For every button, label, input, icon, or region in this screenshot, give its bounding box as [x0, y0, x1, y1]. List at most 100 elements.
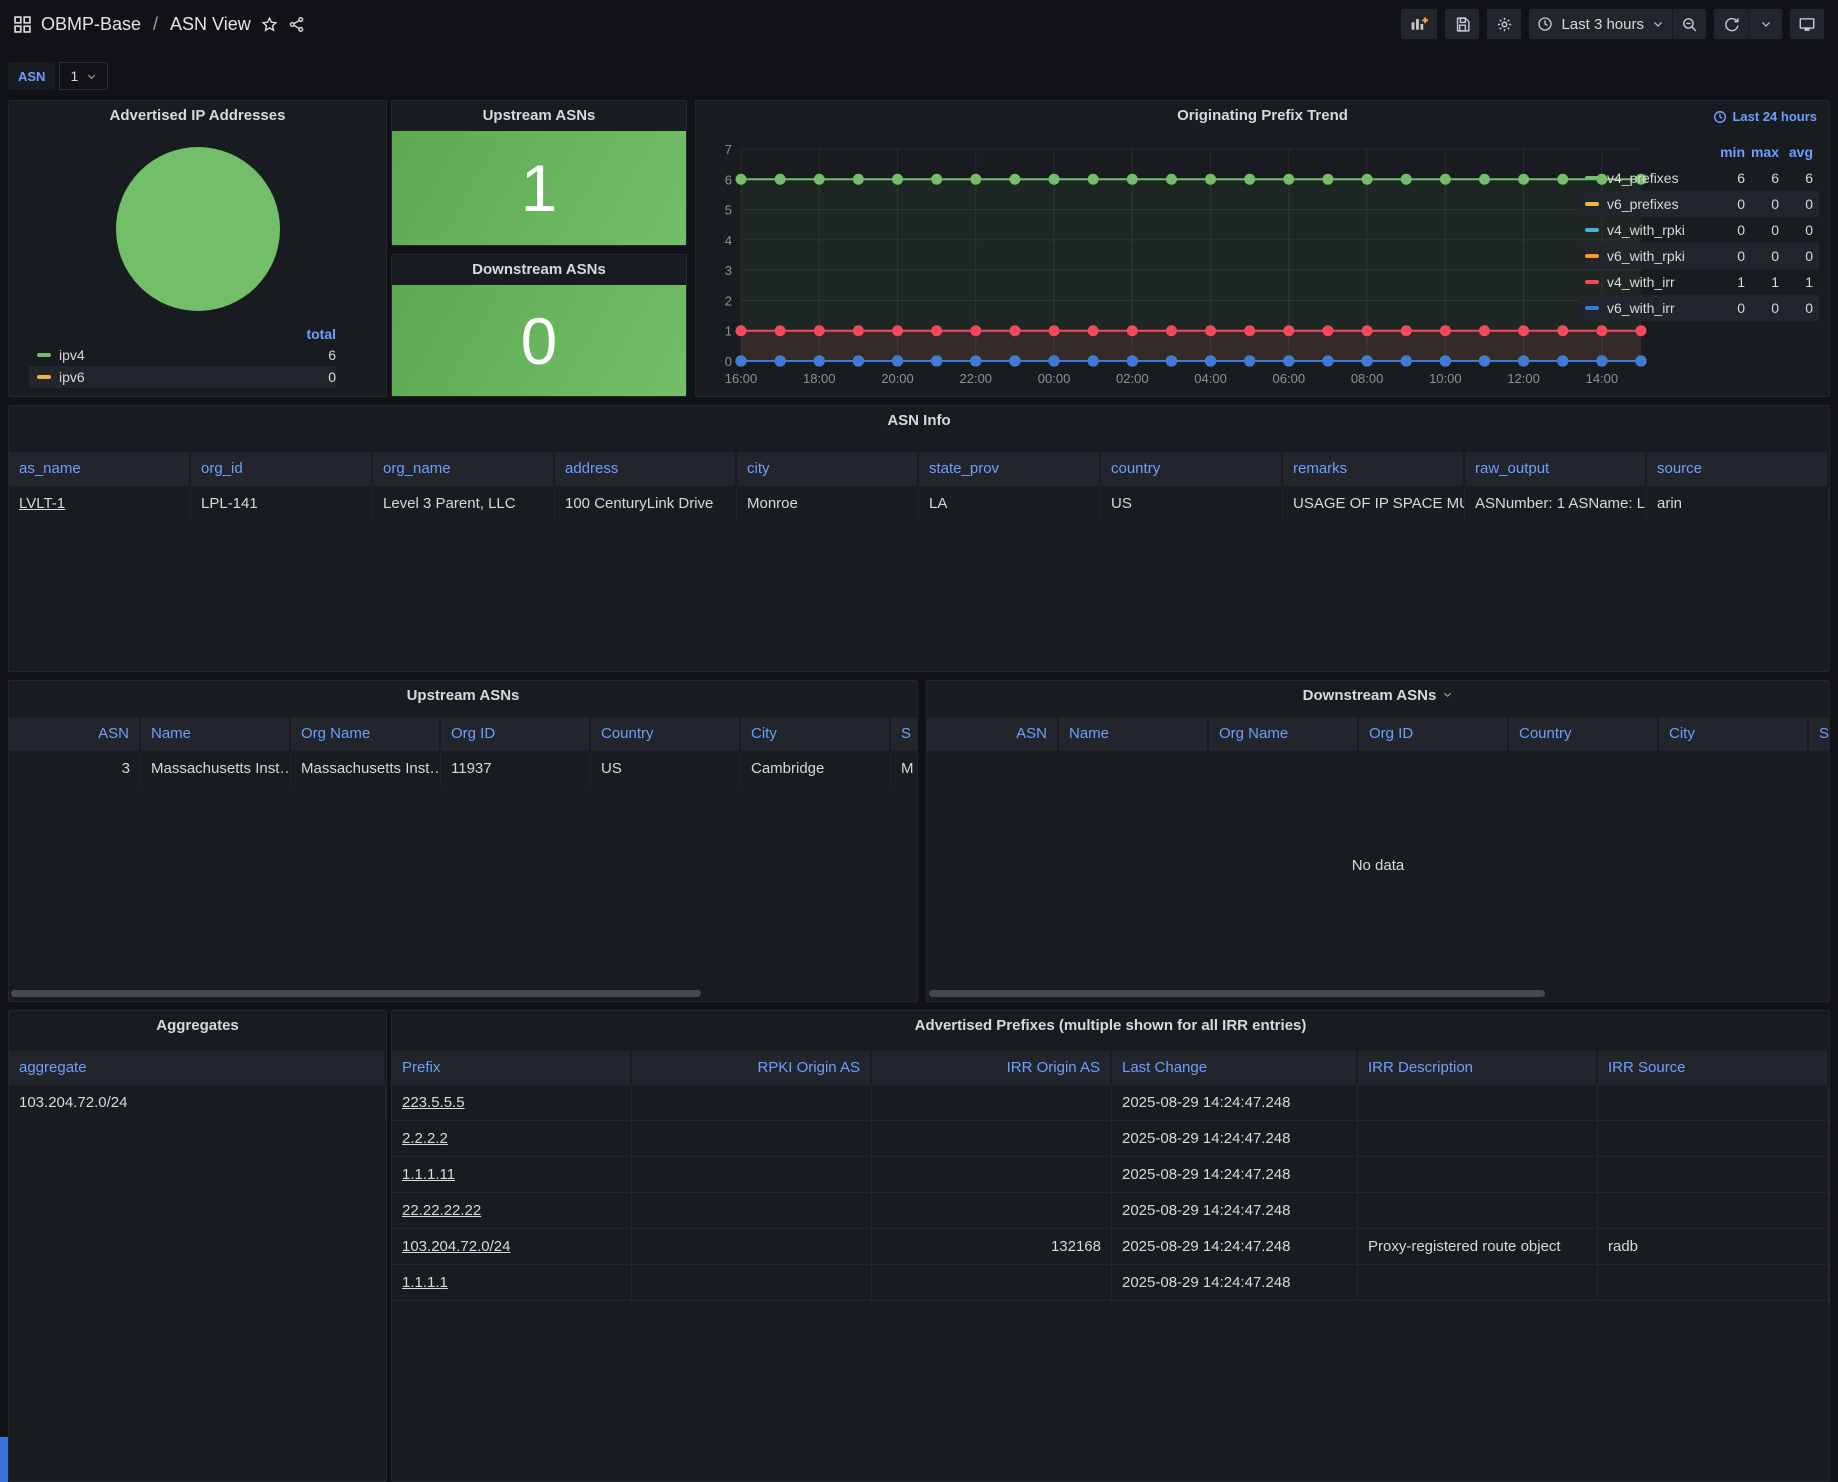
table-cell: LA	[919, 486, 1101, 522]
column-header-org-id[interactable]: org_id	[191, 452, 373, 486]
table-cell[interactable]: 1.1.1.1	[392, 1265, 632, 1300]
legend-stat-header-max[interactable]: max	[1745, 144, 1779, 160]
table-cell: Proxy-registered route object	[1358, 1229, 1598, 1264]
y-axis-tick-label: 1	[725, 324, 732, 339]
horizontal-scrollbar[interactable]	[11, 990, 701, 997]
column-header-irr-description[interactable]: IRR Description	[1358, 1051, 1598, 1085]
panel-title[interactable]: Downstream ASNs	[927, 681, 1829, 711]
column-header-last-change[interactable]: Last Change	[1112, 1051, 1358, 1085]
cell-link[interactable]: 22.22.22.22	[402, 1202, 481, 1219]
column-header-address[interactable]: address	[555, 452, 737, 486]
column-header-city[interactable]: city	[737, 452, 919, 486]
column-header-irr-source[interactable]: IRR Source	[1598, 1051, 1829, 1085]
asn-variable-dropdown[interactable]: 1	[59, 62, 108, 90]
column-header-name[interactable]: Name	[1059, 717, 1209, 751]
table-cell	[632, 1265, 872, 1300]
cell-link[interactable]: LVLT-1	[19, 495, 65, 512]
series-point-v6_with_irr	[970, 356, 981, 367]
cell-link[interactable]: 103.204.72.0/24	[402, 1238, 510, 1255]
table-cell: 2025-08-29 14:24:47.248	[1112, 1121, 1358, 1156]
column-header-country[interactable]: country	[1101, 452, 1283, 486]
legend-item-v6_prefixes[interactable]: v6_prefixes000	[1579, 191, 1819, 217]
cell-link[interactable]: 1.1.1.11	[402, 1166, 455, 1183]
time-shift-link[interactable]: Last 24 hours	[1713, 109, 1817, 124]
column-header-org-name[interactable]: Org Name	[291, 717, 441, 751]
refresh-button[interactable]	[1714, 9, 1748, 39]
column-header-name[interactable]: Name	[141, 717, 291, 751]
cell-link[interactable]: 2.2.2.2	[402, 1130, 448, 1147]
legend-stat-value: 0	[1779, 222, 1813, 238]
legend-label: v6_prefixes	[1607, 196, 1711, 212]
column-header-s[interactable]: S	[891, 717, 917, 751]
zoom-out-time-button[interactable]	[1672, 9, 1706, 39]
legend-item-v4_with_irr[interactable]: v4_with_irr111	[1579, 269, 1819, 295]
column-header-org-id[interactable]: Org ID	[1359, 717, 1509, 751]
column-header-irr-origin-as[interactable]: IRR Origin AS	[872, 1051, 1112, 1085]
table-cell	[872, 1157, 1112, 1192]
column-header-label: Country	[601, 725, 654, 742]
column-header-remarks[interactable]: remarks	[1283, 452, 1465, 486]
add-panel-button[interactable]	[1401, 9, 1437, 39]
table-cell[interactable]: 22.22.22.22	[392, 1193, 632, 1228]
table-cell[interactable]: LVLT-1	[9, 486, 191, 522]
legend-stat-value: 6	[1711, 170, 1745, 186]
column-header-country[interactable]: Country	[591, 717, 741, 751]
column-header-label: org_id	[201, 460, 243, 477]
table-cell[interactable]: 103.204.72.0/24	[392, 1229, 632, 1264]
cell-link[interactable]: 223.5.5.5	[402, 1094, 465, 1111]
share-icon[interactable]	[288, 16, 305, 33]
dashboard-settings-button[interactable]	[1487, 9, 1521, 39]
table-cell	[1358, 1085, 1598, 1120]
table-cell	[1598, 1085, 1829, 1120]
column-header-prefix[interactable]: Prefix	[392, 1051, 632, 1085]
breadcrumb-dashboard[interactable]: OBMP-Base	[41, 14, 141, 35]
asn-variable-value: 1	[70, 68, 78, 84]
legend-stat-value: 0	[1745, 222, 1779, 238]
legend-stat-header-min[interactable]: min	[1711, 144, 1745, 160]
table-cell	[1598, 1157, 1829, 1192]
series-point-v6_with_irr	[736, 356, 747, 367]
column-header-aggregate[interactable]: aggregate	[9, 1051, 386, 1085]
scroll-indicator[interactable]	[0, 1437, 8, 1482]
horizontal-scrollbar[interactable]	[929, 990, 1545, 997]
legend-stat-header-avg[interactable]: avg	[1779, 144, 1813, 160]
table-cell[interactable]: 223.5.5.5	[392, 1085, 632, 1120]
y-axis-tick-label: 7	[725, 142, 732, 157]
column-header-asn[interactable]: ASN	[927, 717, 1059, 751]
column-header-s[interactable]: S	[1809, 717, 1829, 751]
table-cell[interactable]: 1.1.1.11	[392, 1157, 632, 1192]
kiosk-mode-button[interactable]	[1790, 9, 1824, 39]
table-cell: 2025-08-29 14:24:47.248	[1112, 1085, 1358, 1120]
column-header-country[interactable]: Country	[1509, 717, 1659, 751]
save-dashboard-button[interactable]	[1445, 9, 1479, 39]
column-header-raw-output[interactable]: raw_output	[1465, 452, 1647, 486]
column-header-city[interactable]: City	[1659, 717, 1809, 751]
column-header-asn[interactable]: ASN	[9, 717, 141, 751]
legend-item-v6_with_irr[interactable]: v6_with_irr000	[1579, 295, 1819, 321]
dashboards-grid-icon[interactable]	[14, 16, 31, 33]
time-range-picker[interactable]: Last 3 hours	[1529, 9, 1672, 39]
table-cell[interactable]: 2.2.2.2	[392, 1121, 632, 1156]
legend-item-ipv6[interactable]: ipv60	[29, 366, 336, 388]
legend-item-v4_prefixes[interactable]: v4_prefixes666	[1579, 165, 1819, 191]
column-header-source[interactable]: source	[1647, 452, 1829, 486]
column-header-org-name[interactable]: Org Name	[1209, 717, 1359, 751]
column-header-rpki-origin-as[interactable]: RPKI Origin AS	[632, 1051, 872, 1085]
column-header-as-name[interactable]: as_name	[9, 452, 191, 486]
legend-stat-value: 0	[1779, 196, 1813, 212]
column-header-state-prov[interactable]: state_prov	[919, 452, 1101, 486]
legend-item-v6_with_rpki[interactable]: v6_with_rpki000	[1579, 243, 1819, 269]
column-header-city[interactable]: City	[741, 717, 891, 751]
legend-item-ipv4[interactable]: ipv46	[29, 344, 336, 366]
series-point-v4_with_irr	[970, 325, 981, 336]
column-header-org-id[interactable]: Org ID	[441, 717, 591, 751]
series-point-v4_with_irr	[1479, 325, 1490, 336]
legend-item-v4_with_rpki[interactable]: v4_with_rpki000	[1579, 217, 1819, 243]
refresh-interval-dropdown[interactable]	[1748, 9, 1782, 39]
cell-link[interactable]: 1.1.1.1	[402, 1274, 448, 1291]
chevron-down-icon	[1442, 689, 1453, 700]
column-header-org-name[interactable]: org_name	[373, 452, 555, 486]
column-header-label: City	[751, 725, 777, 742]
table-cell: 3	[9, 751, 141, 787]
star-icon[interactable]	[261, 16, 278, 33]
